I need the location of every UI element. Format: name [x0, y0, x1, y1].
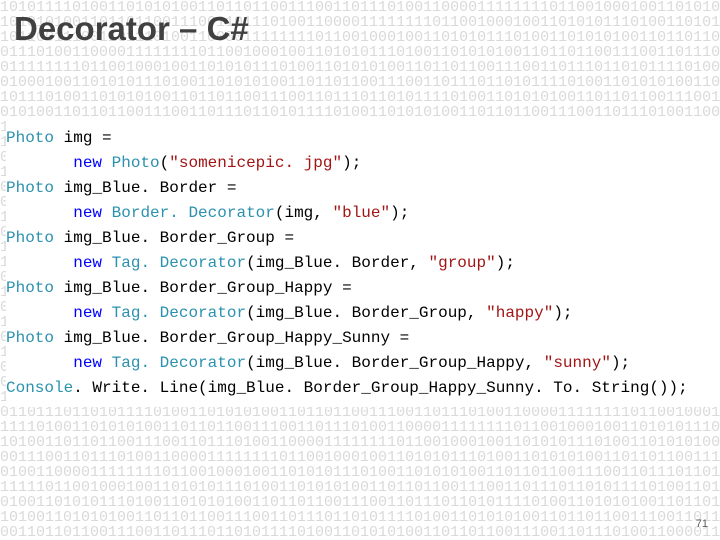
slide-title: Decorator – C#: [14, 10, 249, 48]
code-block: Photo img = new Photo("somenicepic. jpg"…: [6, 120, 720, 407]
page-number: 71: [696, 518, 708, 530]
